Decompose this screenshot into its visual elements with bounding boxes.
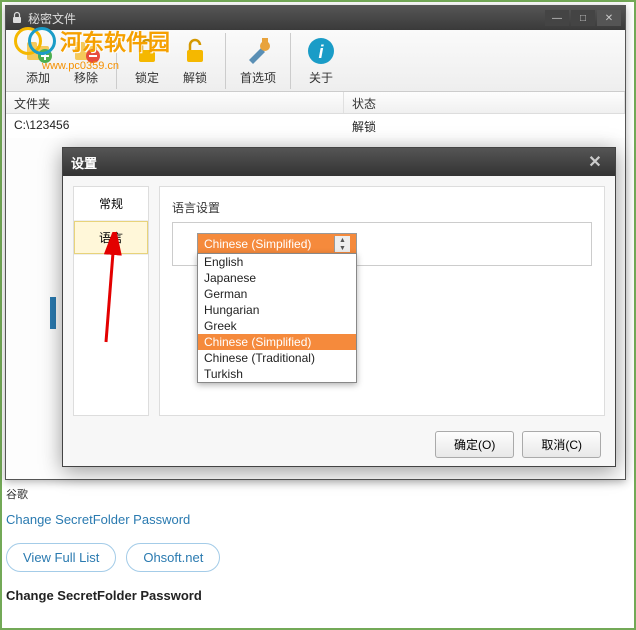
dropdown-item[interactable]: Hungarian: [198, 302, 356, 318]
remove-label: 移除: [74, 69, 98, 86]
tab-general[interactable]: 常规: [74, 187, 148, 221]
view-full-list-button[interactable]: View Full List: [6, 543, 116, 572]
dropdown-item[interactable]: Chinese (Simplified): [198, 334, 356, 350]
dropdown-item[interactable]: Japanese: [198, 270, 356, 286]
language-dropdown: EnglishJapaneseGermanHungarianGreekChine…: [197, 253, 357, 383]
cancel-button[interactable]: 取消(C): [522, 431, 601, 458]
column-status[interactable]: 状态: [344, 92, 625, 113]
change-password-label: Change SecretFolder Password: [6, 588, 626, 603]
lock-label: 锁定: [135, 69, 159, 86]
lock-button[interactable]: 锁定: [123, 33, 171, 88]
tab-language[interactable]: 语言: [74, 221, 148, 255]
settings-dialog: 设置 ✕ 常规 语言 语言设置 Chinese (Simplified) ▲ ▼…: [62, 147, 616, 467]
unlock-icon: [179, 35, 211, 67]
list-header: 文件夹 状态: [6, 92, 625, 114]
dropdown-item[interactable]: Greek: [198, 318, 356, 334]
minimize-button[interactable]: —: [545, 10, 569, 26]
add-icon: [22, 35, 54, 67]
lock-icon: [131, 35, 163, 67]
about-button[interactable]: i 关于: [297, 33, 345, 88]
options-label: 首选项: [240, 69, 276, 86]
ok-button[interactable]: 确定(O): [435, 431, 514, 458]
titlebar: 秘密文件 — □ ✕: [6, 6, 625, 30]
ohsoft-button[interactable]: Ohsoft.net: [126, 543, 220, 572]
window-controls: — □ ✕: [545, 10, 621, 26]
tools-icon: [242, 35, 274, 67]
lock-icon: [10, 11, 24, 25]
options-button[interactable]: 首选项: [232, 33, 284, 88]
add-button[interactable]: 添加: [14, 33, 62, 88]
window-title: 秘密文件: [28, 10, 545, 27]
dialog-content: 语言设置 Chinese (Simplified) ▲ ▼ EnglishJap…: [159, 186, 605, 416]
dropdown-item[interactable]: Chinese (Traditional): [198, 350, 356, 366]
side-tabs: 常规 语言: [73, 186, 149, 416]
dialog-close-button[interactable]: ✕: [583, 152, 607, 172]
cell-folder: C:\123456: [6, 114, 344, 138]
bottom-area: 谷歌 Change SecretFolder Password View Ful…: [6, 482, 626, 603]
cell-status: 解锁: [344, 114, 625, 138]
language-section-label: 语言设置: [172, 199, 592, 216]
list-body: C:\123456 解锁: [6, 114, 625, 138]
dropdown-item[interactable]: German: [198, 286, 356, 302]
dialog-title: 设置: [71, 153, 583, 172]
unlock-button[interactable]: 解锁: [171, 33, 219, 88]
small-text-corner: 谷歌: [6, 486, 626, 502]
maximize-button[interactable]: □: [571, 10, 595, 26]
close-button[interactable]: ✕: [597, 10, 621, 26]
info-icon: i: [305, 35, 337, 67]
combo-spinner[interactable]: ▲ ▼: [334, 236, 350, 252]
dropdown-item[interactable]: English: [198, 254, 356, 270]
dropdown-item[interactable]: Turkish: [198, 366, 356, 382]
toolbar: 添加 移除 锁定 解锁: [6, 30, 625, 92]
column-folder[interactable]: 文件夹: [6, 92, 344, 113]
blue-bar: [50, 297, 56, 329]
language-combo[interactable]: Chinese (Simplified) ▲ ▼ EnglishJapanese…: [197, 233, 357, 255]
spin-down-icon[interactable]: ▼: [335, 244, 350, 252]
remove-icon: [70, 35, 102, 67]
about-label: 关于: [309, 69, 333, 86]
spin-up-icon[interactable]: ▲: [335, 236, 350, 244]
change-password-link[interactable]: Change SecretFolder Password: [6, 512, 626, 527]
dialog-titlebar: 设置 ✕: [63, 148, 615, 176]
list-row[interactable]: C:\123456 解锁: [6, 114, 625, 138]
add-label: 添加: [26, 69, 50, 86]
combo-selected: Chinese (Simplified): [204, 237, 334, 251]
unlock-label: 解锁: [183, 69, 207, 86]
remove-button[interactable]: 移除: [62, 33, 110, 88]
